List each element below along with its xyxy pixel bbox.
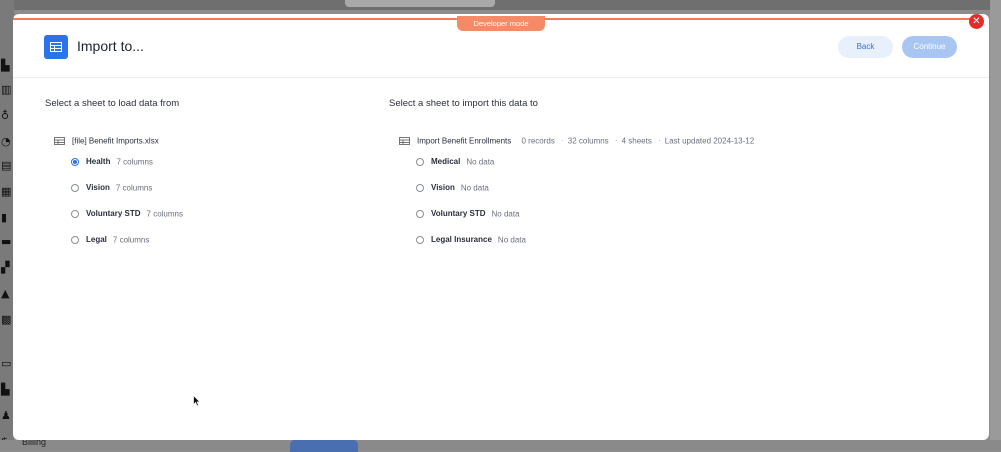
background-chart-icon: ▥: [1, 83, 12, 96]
radio-icon[interactable]: [416, 183, 424, 192]
target-sheet-info: Import Benefit Enrollments 0 records · 32…: [399, 136, 754, 145]
source-sheet-option[interactable]: Vision 7 columns: [71, 183, 152, 192]
source-file-name: [file] Benefit Imports.xlsx: [72, 136, 159, 146]
source-sheet-option[interactable]: Legal 7 columns: [71, 235, 149, 244]
radio-icon[interactable]: [416, 235, 424, 244]
background-apps-icon: ▞: [1, 261, 10, 274]
radio-icon[interactable]: [71, 235, 79, 244]
background-upload-icon: ▲: [1, 287, 10, 300]
radio-icon[interactable]: [71, 209, 79, 218]
background-right-panel: [990, 0, 1001, 450]
target-sheet-option[interactable]: Voluntary STD No data: [416, 209, 520, 218]
target-sheets-count: 4 sheets: [621, 136, 652, 146]
target-sheet-option[interactable]: Medical No data: [416, 157, 494, 166]
target-heading: Select a sheet to import this data to: [389, 98, 538, 109]
radio-icon[interactable]: [416, 157, 424, 166]
background-people-icon: ♟: [1, 409, 11, 422]
background-building-icon: ▙: [1, 59, 10, 72]
background-comment-icon: ▬: [1, 235, 12, 248]
target-name: Import Benefit Enrollments: [417, 136, 512, 146]
modal-title: Import to...: [77, 38, 144, 54]
continue-button[interactable]: Continue: [902, 36, 957, 58]
target-sheet-option[interactable]: Vision No data: [416, 183, 489, 192]
radio-icon[interactable]: [416, 209, 424, 218]
spreadsheet-icon: [54, 136, 65, 145]
radio-icon[interactable]: [71, 183, 79, 192]
target-last-updated: Last updated 2024-13-12: [664, 136, 755, 146]
background-bottom: [0, 440, 1001, 450]
back-button[interactable]: Back: [838, 36, 893, 58]
target-sheet-option[interactable]: Legal Insurance No data: [416, 235, 526, 244]
background-bar-chart-icon: ▮: [1, 211, 8, 224]
source-heading: Select a sheet to load data from: [45, 98, 180, 109]
close-button[interactable]: ✕: [969, 14, 984, 29]
background-clock-icon: ◔: [1, 135, 11, 148]
background-award-icon: ♁: [1, 109, 10, 122]
source-sheet-option[interactable]: Voluntary STD 7 columns: [71, 209, 183, 218]
source-file: [file] Benefit Imports.xlsx: [54, 136, 159, 145]
background-search-bar: [345, 0, 495, 7]
target-columns: 32 columns: [567, 136, 609, 146]
radio-selected-icon[interactable]: [71, 157, 79, 166]
header-divider: [13, 77, 989, 78]
background-list-icon: ▦: [1, 185, 12, 198]
developer-mode-badge: Developer mode: [457, 16, 545, 31]
target-records: 0 records: [521, 136, 555, 146]
background-grid-icon: ▩: [1, 313, 12, 326]
background-inbox-icon: ▭: [1, 357, 12, 370]
mouse-cursor-icon: [193, 395, 201, 407]
table-icon: [44, 35, 68, 59]
close-icon: ✕: [972, 16, 981, 27]
background-building-icon: ▙: [1, 383, 10, 396]
spreadsheet-icon: [399, 136, 410, 145]
background-topbar: [0, 0, 1001, 10]
background-document-icon: ▤: [1, 159, 12, 172]
source-sheet-option[interactable]: Health 7 columns: [71, 157, 153, 166]
